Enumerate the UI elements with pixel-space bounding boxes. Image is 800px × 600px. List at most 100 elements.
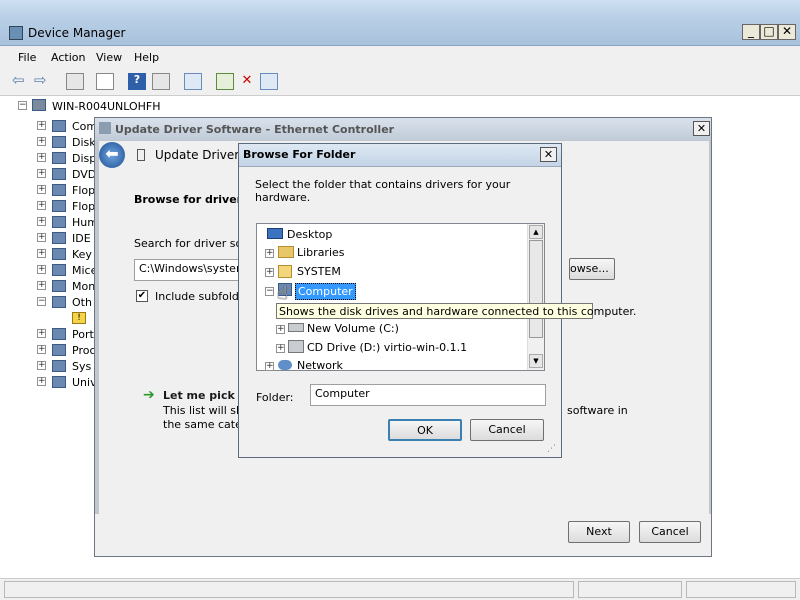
- close-button[interactable]: ✕: [778, 24, 796, 40]
- tree-item[interactable]: Disk: [72, 136, 96, 149]
- view-icon[interactable]: [152, 73, 170, 90]
- expand-icon[interactable]: +: [37, 377, 46, 386]
- tree-item[interactable]: Flop: [72, 184, 95, 197]
- folder-cd-drive[interactable]: CD Drive (D:) virtio-win-0.1.1: [307, 341, 467, 354]
- driver-path-field[interactable]: C:\Windows\syster: [134, 259, 244, 281]
- tree-item[interactable]: IDE: [72, 232, 91, 245]
- browse-cancel-button[interactable]: Cancel: [470, 419, 544, 441]
- device-category-icon: [52, 376, 66, 388]
- tree-item[interactable]: Sys: [72, 360, 91, 373]
- status-pane-2: [578, 581, 682, 598]
- menu-help[interactable]: Help: [134, 51, 159, 64]
- browse-folder-close-button[interactable]: ✕: [540, 147, 557, 162]
- enable-device-icon[interactable]: [260, 73, 278, 90]
- folder-field[interactable]: Computer: [310, 384, 546, 406]
- device-category-icon: [52, 264, 66, 276]
- expand-icon[interactable]: +: [37, 169, 46, 178]
- expand-icon[interactable]: +: [37, 233, 46, 242]
- tree-item[interactable]: Key: [72, 248, 92, 261]
- expand-icon[interactable]: +: [37, 249, 46, 258]
- expand-network-icon[interactable]: +: [265, 362, 274, 371]
- tree-item[interactable]: Univ: [72, 376, 97, 389]
- device-category-icon: [52, 168, 66, 180]
- back-icon[interactable]: ⇦: [12, 73, 30, 90]
- update-driver-close-button[interactable]: ✕: [693, 121, 710, 136]
- update-driver-cancel-button[interactable]: Cancel: [639, 521, 701, 543]
- device-category-icon: [52, 232, 66, 244]
- menu-view[interactable]: View: [96, 51, 122, 64]
- expand-system-icon[interactable]: +: [265, 268, 274, 277]
- expand-icon[interactable]: +: [37, 217, 46, 226]
- tree-item[interactable]: Disp: [72, 152, 96, 165]
- properties-icon[interactable]: [96, 73, 114, 90]
- expand-icon[interactable]: +: [37, 153, 46, 162]
- minimize-button[interactable]: _: [742, 24, 760, 40]
- folder-computer[interactable]: Computer: [295, 283, 356, 300]
- expand-icon[interactable]: +: [37, 121, 46, 130]
- tree-item[interactable]: DVD: [72, 168, 96, 181]
- back-arrow-icon[interactable]: ⬅: [99, 142, 125, 168]
- browse-heading: Browse for driver s: [134, 193, 253, 206]
- warning-device-icon[interactable]: !: [72, 312, 86, 324]
- expand-icon[interactable]: +: [37, 185, 46, 194]
- folder-system[interactable]: SYSTEM: [297, 265, 341, 278]
- include-subfolders-checkbox[interactable]: ✔: [136, 290, 148, 302]
- user-folder-icon: [278, 265, 292, 278]
- update-driver-titlebar: Update Driver Software - Ethernet Contro…: [95, 118, 711, 140]
- update-driver-icon[interactable]: [216, 73, 234, 90]
- collapse-icon[interactable]: −: [18, 101, 27, 110]
- device-category-icon: [52, 296, 66, 308]
- menu-bar: File Action View Help: [0, 46, 800, 68]
- expand-new-volume-icon[interactable]: +: [276, 325, 285, 334]
- expand-icon[interactable]: +: [37, 329, 46, 338]
- show-hide-tree-icon[interactable]: [66, 73, 84, 90]
- expand-libraries-icon[interactable]: +: [265, 249, 274, 258]
- folder-new-volume[interactable]: New Volume (C:): [307, 322, 399, 335]
- ok-button[interactable]: OK: [388, 419, 462, 441]
- device-category-icon: [52, 248, 66, 260]
- device-category-icon: [52, 120, 66, 132]
- tree-item[interactable]: Port: [72, 328, 94, 341]
- desktop-icon: [267, 228, 283, 239]
- let-me-pick-link[interactable]: Let me pick fr: [163, 389, 249, 402]
- browse-button[interactable]: owse...: [569, 258, 615, 280]
- scroll-thumb[interactable]: [529, 240, 543, 338]
- expand-icon[interactable]: +: [37, 201, 46, 210]
- expand-icon[interactable]: +: [37, 361, 46, 370]
- folder-tree-scrollbar[interactable]: ▲ ▼: [527, 224, 544, 370]
- folder-desktop[interactable]: Desktop: [287, 228, 332, 241]
- menu-file[interactable]: File: [18, 51, 36, 64]
- next-button[interactable]: Next: [568, 521, 630, 543]
- tree-item[interactable]: Oth: [72, 296, 92, 309]
- folder-libraries[interactable]: Libraries: [297, 246, 345, 259]
- network-icon: [278, 360, 292, 370]
- expand-icon[interactable]: +: [37, 265, 46, 274]
- scan-hardware-icon[interactable]: [184, 73, 202, 90]
- scroll-up-icon[interactable]: ▲: [529, 225, 543, 239]
- forward-icon[interactable]: ⇨: [34, 73, 52, 90]
- expand-icon[interactable]: +: [37, 281, 46, 290]
- update-driver-title: Update Driver Software - Ethernet Contro…: [115, 123, 395, 136]
- search-label: Search for driver sof: [134, 237, 247, 250]
- menu-action[interactable]: Action: [51, 51, 85, 64]
- expand-icon[interactable]: +: [37, 137, 46, 146]
- hand-cursor-icon: ☝: [277, 283, 288, 304]
- uninstall-icon[interactable]: ✕: [238, 73, 256, 90]
- resize-grip-icon[interactable]: ⋰: [547, 444, 556, 454]
- tree-item[interactable]: Mon: [72, 280, 95, 293]
- pick-description-2: the same categ: [163, 418, 249, 431]
- collapse-icon[interactable]: −: [37, 297, 46, 306]
- scroll-down-icon[interactable]: ▼: [529, 354, 543, 368]
- expand-cd-drive-icon[interactable]: +: [276, 344, 285, 353]
- expand-icon[interactable]: +: [37, 345, 46, 354]
- tree-item[interactable]: Flop: [72, 200, 95, 213]
- help-icon[interactable]: ?: [128, 73, 146, 90]
- folder-network[interactable]: Network: [297, 359, 343, 370]
- tree-root[interactable]: WIN-R004UNLOHFH: [52, 100, 161, 113]
- device-category-icon: [52, 152, 66, 164]
- maximize-button[interactable]: □: [760, 24, 778, 40]
- collapse-computer-icon[interactable]: −: [265, 287, 274, 296]
- browse-folder-titlebar: Browse For Folder ✕: [239, 144, 561, 167]
- device-category-icon: [52, 328, 66, 340]
- tree-item[interactable]: Proc: [72, 344, 96, 357]
